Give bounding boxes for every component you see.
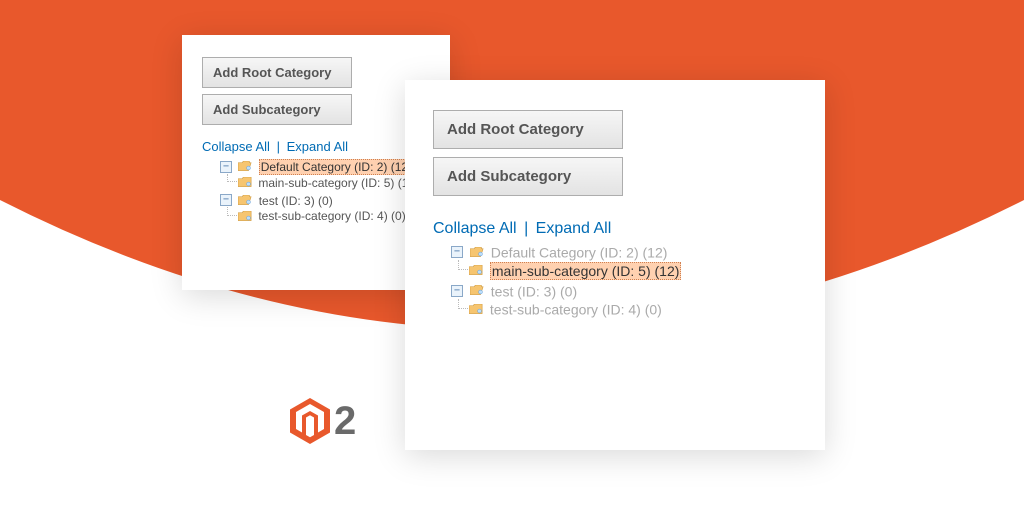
add-subcategory-button[interactable]: Add Subcategory [433, 157, 623, 196]
add-subcategory-button[interactable]: Add Subcategory [202, 94, 352, 125]
tree-node: main-sub-category (ID: 5) (12) [469, 260, 797, 279]
magento2-logo: 2 [290, 398, 356, 444]
tree-node-label[interactable]: Default Category (ID: 2) (12) [491, 244, 668, 260]
tree-controls: Collapse All | Expand All [433, 220, 797, 238]
collapse-toggle-icon[interactable]: − [451, 285, 463, 297]
folder-open-icon [238, 195, 252, 206]
tree-node: test-sub-category (ID: 4) (0) [469, 299, 797, 318]
add-root-category-button[interactable]: Add Root Category [433, 110, 623, 149]
tree-node-label[interactable]: main-sub-category (ID: 5) (12) [490, 262, 682, 280]
link-separator: | [524, 220, 528, 237]
tree-node: − Default Category (ID: 2) (12) main-sub… [220, 158, 430, 192]
folder-icon [469, 304, 483, 315]
tree-node-label[interactable]: main-sub-category (ID: 5) (12) [258, 176, 419, 190]
collapse-toggle-icon[interactable]: − [220, 194, 232, 206]
link-separator: | [277, 139, 280, 154]
collapse-all-link[interactable]: Collapse All [433, 220, 517, 237]
category-tree: − Default Category (ID: 2) (12) main-sub… [202, 158, 430, 225]
tree-node: − test (ID: 3) (0) test-sub-category (ID… [451, 281, 797, 320]
tree-node: test-sub-category (ID: 4) (0) [238, 207, 430, 224]
tree-node-label[interactable]: test (ID: 3) (0) [491, 283, 577, 299]
expand-all-link[interactable]: Expand All [536, 220, 612, 237]
expand-all-link[interactable]: Expand All [287, 139, 348, 154]
folder-icon [469, 265, 483, 276]
folder-icon [238, 177, 252, 188]
add-root-category-button[interactable]: Add Root Category [202, 57, 352, 88]
tree-node-label[interactable]: test-sub-category (ID: 4) (0) [490, 301, 662, 317]
folder-icon [238, 211, 252, 222]
folder-open-icon [238, 161, 252, 172]
tree-node: − test (ID: 3) (0) test-sub-category (ID… [220, 192, 430, 226]
collapse-toggle-icon[interactable]: − [220, 161, 232, 173]
panel-front: Add Root Category Add Subcategory Collap… [405, 80, 825, 450]
magento-hex-icon [290, 398, 330, 444]
tree-node: main-sub-category (ID: 5) (12) [238, 174, 430, 191]
tree-node-label[interactable]: test (ID: 3) (0) [259, 193, 333, 207]
collapse-all-link[interactable]: Collapse All [202, 139, 270, 154]
folder-open-icon [470, 247, 484, 258]
tree-node-label[interactable]: Default Category (ID: 2) (12) [259, 159, 414, 175]
logo-version-number: 2 [334, 399, 356, 444]
tree-node-label[interactable]: test-sub-category (ID: 4) (0) [258, 209, 405, 223]
collapse-toggle-icon[interactable]: − [451, 246, 463, 258]
folder-open-icon [470, 285, 484, 296]
category-tree: − Default Category (ID: 2) (12) main-sub… [433, 242, 797, 319]
tree-node: − Default Category (ID: 2) (12) main-sub… [451, 242, 797, 281]
canvas: Add Root Category Add Subcategory Collap… [0, 0, 1024, 512]
tree-controls: Collapse All | Expand All [202, 139, 430, 154]
